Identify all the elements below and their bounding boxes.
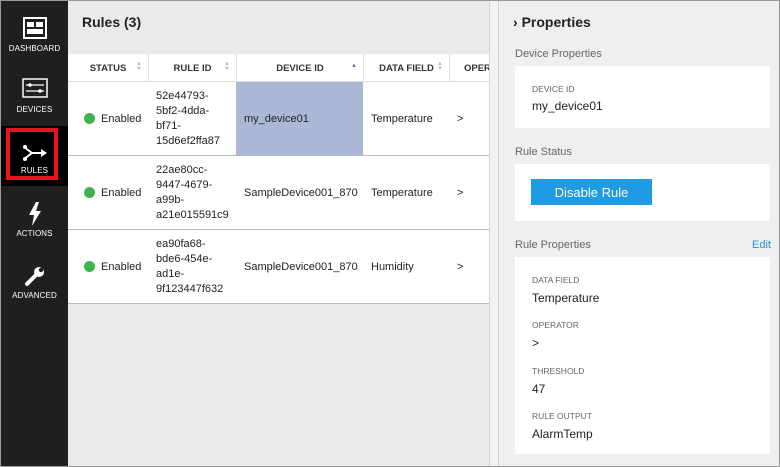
nav-label-rules: RULES	[20, 166, 49, 175]
rules-table: STATUS ▲ ▼ RULE ID ▲ ▼ DEVICE ID ▲ DATA FI…	[68, 54, 491, 304]
column-header-rule-id[interactable]: RULE ID ▲ ▼	[148, 54, 236, 82]
table-header: STATUS ▲ ▼ RULE ID ▲ ▼ DEVICE ID ▲ DATA FI…	[68, 54, 491, 82]
rule-properties-label: Rule Properties	[515, 239, 591, 251]
column-label: RULE ID	[173, 62, 212, 74]
column-header-data-field[interactable]: DATA FIELD ▲ ▼	[363, 54, 449, 82]
device-id-cell: SampleDevice001_870	[244, 260, 358, 273]
status-dot-icon	[84, 187, 95, 198]
operator-cell: >	[457, 260, 464, 273]
chevron-right-icon: ›	[513, 14, 518, 30]
data-field-label: DATA FIELD	[532, 275, 580, 285]
nav-item-advanced[interactable]: ADVANCED	[1, 253, 68, 313]
status-dot-icon	[84, 113, 95, 124]
nav-label-devices: DEVICES	[16, 105, 53, 114]
threshold-value: 47	[532, 382, 546, 396]
column-header-operator[interactable]: OPER	[449, 54, 491, 82]
nav-item-actions[interactable]: ACTIONS	[1, 191, 68, 251]
sort-ascending-icon: ▲	[351, 63, 357, 69]
rule-properties-card: DATA FIELD Temperature OPERATOR > THRESH…	[515, 257, 770, 454]
column-label: DATA FIELD	[379, 62, 434, 74]
table-row[interactable]: Enabled 22ae80cc- 9447-4679- a99b- a21e0…	[68, 156, 489, 230]
sort-icon: ▲ ▼	[136, 61, 142, 72]
operator-cell: >	[457, 186, 464, 199]
table-row[interactable]: Enabled ea90fa68- bde6-454e- ad1e- 9f123…	[68, 230, 489, 304]
properties-title-text: Properties	[521, 14, 591, 30]
rules-panel: Rules (3) STATUS ▲ ▼ RULE ID ▲ ▼ DEVICE ID…	[68, 1, 491, 466]
rule-status-label: Rule Status	[515, 146, 572, 158]
status-cell: Enabled	[68, 82, 148, 155]
column-label: DEVICE ID	[276, 62, 324, 74]
data-field-cell: Temperature	[371, 186, 433, 199]
properties-title[interactable]: › Properties	[513, 14, 591, 30]
sort-icon: ▲ ▼	[224, 61, 230, 72]
device-properties-label: Device Properties	[515, 48, 602, 60]
column-header-device-id[interactable]: DEVICE ID ▲	[236, 54, 363, 82]
status-text: Enabled	[101, 260, 142, 273]
edit-link[interactable]: Edit	[752, 239, 771, 251]
properties-panel: › Properties Device Properties DEVICE ID…	[499, 1, 779, 466]
status-dot-icon	[84, 261, 95, 272]
rules-icon	[1, 140, 68, 166]
device-properties-card: DEVICE ID my_device01	[515, 66, 770, 128]
device-id-label: DEVICE ID	[532, 84, 575, 94]
nav-item-rules[interactable]: RULES	[1, 126, 68, 186]
disable-rule-button[interactable]: Disable Rule	[531, 179, 652, 205]
panel-divider[interactable]	[489, 1, 499, 466]
rule-id-cell: 22ae80cc- 9447-4679- a99b- a21e015591c9	[156, 163, 229, 221]
device-id-cell: SampleDevice001_870	[244, 186, 358, 199]
data-field-cell: Temperature	[371, 112, 433, 125]
page-title: Rules (3)	[82, 14, 142, 30]
operator-value: >	[532, 336, 540, 350]
data-field-value: Temperature	[532, 291, 600, 305]
column-label: STATUS	[89, 62, 127, 74]
status-cell: Enabled	[68, 156, 148, 229]
column-label: OPER	[464, 62, 491, 74]
device-id-cell: my_device01	[236, 82, 363, 155]
operator-cell: >	[457, 112, 464, 125]
status-cell: Enabled	[68, 230, 148, 303]
nav-item-dashboard[interactable]: DASHBOARD	[1, 5, 68, 65]
data-field-cell: Humidity	[371, 260, 414, 273]
rule-output-value: AlarmTemp	[532, 427, 593, 441]
nav-label-dashboard: DASHBOARD	[8, 44, 61, 53]
status-text: Enabled	[101, 112, 142, 125]
wrench-icon	[1, 263, 68, 289]
lightning-icon	[1, 201, 68, 227]
status-text: Enabled	[101, 186, 142, 199]
rule-output-label: RULE OUTPUT	[532, 411, 592, 421]
dashboard-icon	[1, 15, 68, 41]
rule-id-cell: 52e44793- 5bf2-4dda- bf71- 15d6ef2ffa87	[156, 89, 221, 147]
rule-status-card: Disable Rule	[515, 164, 770, 221]
column-header-status[interactable]: STATUS ▲ ▼	[68, 54, 148, 82]
table-row[interactable]: Enabled 52e44793- 5bf2-4dda- bf71- 15d6e…	[68, 82, 489, 156]
nav-item-devices[interactable]: DEVICES	[1, 65, 68, 125]
threshold-label: THRESHOLD	[532, 366, 585, 376]
left-nav: DASHBOARD DEVICES RULES ACTIONS ADVANCED	[1, 1, 68, 466]
device-id-value: my_device01	[532, 99, 603, 113]
nav-label-actions: ACTIONS	[16, 229, 53, 238]
nav-label-advanced: ADVANCED	[12, 291, 57, 300]
operator-label: OPERATOR	[532, 320, 579, 330]
devices-icon	[1, 75, 68, 101]
rule-id-cell: ea90fa68- bde6-454e- ad1e- 9f123447f632	[156, 237, 224, 295]
sort-icon: ▲ ▼	[437, 61, 443, 72]
